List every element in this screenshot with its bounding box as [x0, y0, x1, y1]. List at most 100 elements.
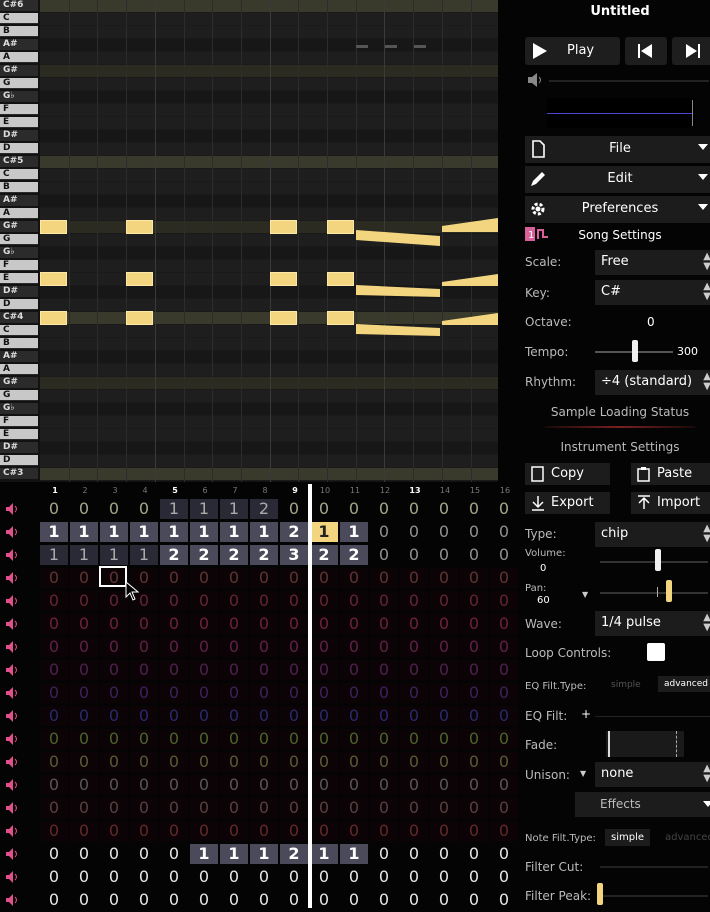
pattern-cell[interactable]: 0: [490, 729, 518, 749]
pattern-cell[interactable]: 0: [430, 867, 458, 887]
pattern-cell[interactable]: 0: [70, 568, 98, 588]
pattern-cell[interactable]: 0: [430, 798, 458, 818]
pattern-cell[interactable]: 0: [220, 821, 248, 841]
pattern-cell[interactable]: 0: [460, 637, 488, 657]
pattern-cell[interactable]: 1: [190, 844, 218, 864]
file-menu[interactable]: File: [525, 136, 710, 163]
pattern-cell[interactable]: 0: [40, 591, 68, 611]
pattern-cell[interactable]: 0: [310, 775, 338, 795]
channel-mute-icon[interactable]: [6, 756, 20, 768]
instrument-volume-thumb[interactable]: [655, 549, 661, 571]
pattern-cell[interactable]: 0: [40, 706, 68, 726]
pattern-cell[interactable]: 0: [220, 637, 248, 657]
pattern-cell[interactable]: 0: [430, 568, 458, 588]
pattern-cell[interactable]: 0: [190, 660, 218, 680]
pattern-cell[interactable]: 0: [460, 844, 488, 864]
pattern-cell[interactable]: 0: [100, 798, 128, 818]
pattern-cell[interactable]: 0: [130, 499, 158, 519]
note[interactable]: [126, 311, 153, 325]
pattern-cell[interactable]: 0: [40, 614, 68, 634]
pattern-cell[interactable]: 0: [310, 752, 338, 772]
pattern-cell[interactable]: 0: [430, 545, 458, 565]
pattern-cell[interactable]: 0: [400, 729, 428, 749]
playhead[interactable]: [308, 484, 312, 908]
note[interactable]: [126, 272, 153, 286]
pattern-cell[interactable]: 0: [490, 683, 518, 703]
channel-mute-icon[interactable]: [6, 779, 20, 791]
pattern-cell[interactable]: 0: [160, 844, 188, 864]
pattern-cell[interactable]: 0: [190, 591, 218, 611]
pattern-cell[interactable]: 0: [310, 591, 338, 611]
pattern-cell[interactable]: 0: [340, 683, 368, 703]
channel-mute-icon[interactable]: [6, 733, 20, 745]
pattern-editor[interactable]: 1 2 3 4 5 6 7 8 9 10 11 12 13 14 15 16 0 0 0 0 1 1 1 2 0 0 0 0 0 0 0 0 1…: [0, 484, 518, 910]
pattern-cell[interactable]: 0: [250, 890, 278, 910]
pattern-cell[interactable]: 0: [490, 568, 518, 588]
pattern-cell[interactable]: 1: [70, 545, 98, 565]
pattern-cell[interactable]: 0: [430, 821, 458, 841]
pattern-cell[interactable]: 0: [70, 614, 98, 634]
pattern-cell[interactable]: 0: [370, 545, 398, 565]
pattern-cell[interactable]: 1: [190, 499, 218, 519]
pattern-cell[interactable]: 0: [190, 775, 218, 795]
pattern-cell[interactable]: 0: [490, 545, 518, 565]
pattern-cell[interactable]: 0: [340, 752, 368, 772]
pattern-cell[interactable]: 0: [340, 614, 368, 634]
pattern-cell[interactable]: 0: [370, 798, 398, 818]
pattern-cell[interactable]: 2: [280, 522, 308, 542]
pattern-cell[interactable]: 1: [220, 499, 248, 519]
pattern-cell[interactable]: 3: [280, 545, 308, 565]
piano-key[interactable]: D: [0, 455, 38, 466]
eq-filter-add-button[interactable]: +: [581, 707, 591, 721]
pattern-cell[interactable]: 1: [250, 522, 278, 542]
note[interactable]: [270, 220, 297, 234]
pattern-cell[interactable]: 0: [460, 683, 488, 703]
bar-number[interactable]: 4: [130, 486, 160, 495]
slide-note[interactable]: [356, 322, 440, 342]
pattern-cell[interactable]: 0: [430, 729, 458, 749]
pattern-cell[interactable]: 0: [100, 890, 128, 910]
pattern-cell[interactable]: 0: [430, 775, 458, 795]
pattern-cell[interactable]: 0: [100, 821, 128, 841]
pattern-cell[interactable]: 0: [160, 706, 188, 726]
channel-mute-icon[interactable]: [6, 618, 20, 630]
pattern-cell[interactable]: 0: [340, 706, 368, 726]
pattern-cell[interactable]: 0: [460, 890, 488, 910]
pattern-cell[interactable]: 0: [280, 499, 308, 519]
pattern-cell[interactable]: 0: [490, 844, 518, 864]
pattern-cell[interactable]: 0: [160, 568, 188, 588]
note[interactable]: [40, 311, 67, 325]
pattern-cell[interactable]: 0: [310, 867, 338, 887]
pattern-cell[interactable]: 0: [430, 660, 458, 680]
pattern-cell[interactable]: 0: [460, 522, 488, 542]
bar-number[interactable]: 1: [40, 486, 70, 495]
piano-key[interactable]: F: [0, 104, 38, 115]
pattern-cell[interactable]: 0: [280, 683, 308, 703]
bar-number[interactable]: 10: [310, 486, 340, 495]
pattern-cell[interactable]: 0: [370, 752, 398, 772]
pattern-cell[interactable]: 0: [250, 660, 278, 680]
pattern-cell[interactable]: 0: [310, 568, 338, 588]
pattern-cell[interactable]: 0: [190, 798, 218, 818]
pattern-cell[interactable]: 0: [160, 660, 188, 680]
pattern-cell[interactable]: 0: [70, 775, 98, 795]
filter-peak-slider[interactable]: [600, 895, 708, 897]
pattern-cell[interactable]: 2: [190, 545, 218, 565]
pattern-cell[interactable]: 0: [100, 591, 128, 611]
pattern-cell[interactable]: 0: [130, 775, 158, 795]
pattern-cell[interactable]: 2: [220, 545, 248, 565]
copy-button[interactable]: Copy: [525, 463, 610, 485]
pattern-cell[interactable]: 0: [460, 821, 488, 841]
pattern-cell[interactable]: 0: [40, 729, 68, 749]
piano-key[interactable]: D#: [0, 286, 38, 297]
channel-mute-icon[interactable]: [6, 503, 20, 515]
pattern-cell[interactable]: 0: [130, 844, 158, 864]
pattern-cell[interactable]: 0: [370, 890, 398, 910]
pattern-cell[interactable]: 0: [370, 522, 398, 542]
piano-key[interactable]: G♭: [0, 91, 38, 102]
pattern-cell[interactable]: 1: [100, 522, 128, 542]
pattern-cell[interactable]: 0: [250, 683, 278, 703]
octave-value[interactable]: 0: [647, 315, 655, 329]
pattern-cell[interactable]: 0: [220, 752, 248, 772]
pattern-cell[interactable]: 0: [220, 775, 248, 795]
